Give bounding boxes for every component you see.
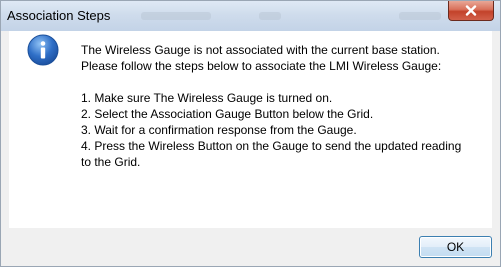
step-line: 1. Make sure The Wireless Gauge is turne… — [81, 91, 333, 105]
step-line: 4. Press the Wireless Button on the Gaug… — [81, 139, 462, 153]
close-icon — [465, 5, 477, 16]
background-window-blur — [259, 12, 281, 20]
step-line: to the Grid. — [81, 155, 141, 169]
background-window-blur — [399, 12, 441, 20]
close-button[interactable] — [448, 1, 494, 21]
association-steps-dialog: Association Steps The Wireless Gauge is … — [0, 0, 501, 267]
title-bar[interactable]: Association Steps — [1, 1, 500, 31]
background-window-blur — [141, 12, 211, 20]
info-icon — [27, 34, 59, 66]
step-line: 3. Wait for a confirmation response from… — [81, 123, 357, 137]
ok-button[interactable]: OK — [419, 236, 492, 258]
step-line: 2. Select the Association Gauge Button b… — [81, 107, 374, 121]
message-line: Please follow the steps below to associa… — [81, 59, 442, 73]
dialog-title: Association Steps — [7, 8, 111, 23]
message-line: The Wireless Gauge is not associated wit… — [81, 43, 440, 57]
